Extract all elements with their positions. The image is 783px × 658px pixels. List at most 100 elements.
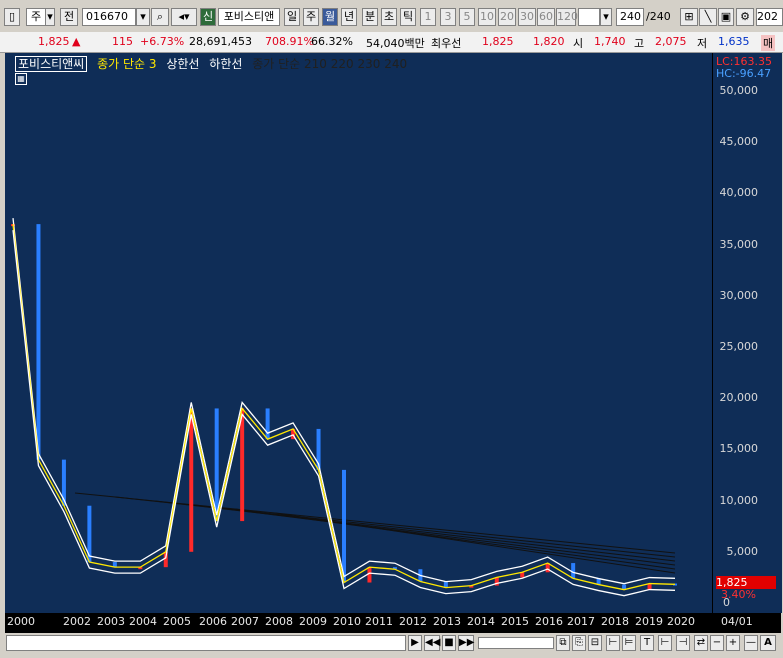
zoom-out-icon[interactable]: − [710,635,724,651]
y-tick-label: 45,000 [719,135,759,149]
legend-ma-long: 종가 단순 210 220 230 240 [252,57,408,71]
zoom-in-icon[interactable]: + [726,635,740,651]
rewind-icon[interactable]: ◀◀ [424,635,440,651]
chart-type-icon[interactable]: ▯ [4,8,20,26]
grid-icon[interactable]: ▦ [15,73,27,85]
layout-icon[interactable]: ⧉ [556,635,570,651]
period-month[interactable]: 월 [322,8,338,26]
period-minute[interactable]: 분 [362,8,378,26]
speaker-icon[interactable]: ◂▾ [171,8,197,26]
scroll-right-icon[interactable]: ▶ [408,635,422,651]
line-tool-icon[interactable]: ╲ [699,8,717,26]
x-tick-label: 2010 [333,615,361,628]
measure-icon[interactable]: ⊨ [622,635,636,651]
market-select[interactable]: 주 [26,8,46,26]
x-tick-label: 2006 [199,615,227,628]
save-icon[interactable]: ▣ [718,8,734,26]
x-tick-label: 2019 [635,615,663,628]
hc-indicator: HC:-96.47 [716,67,772,80]
y-tick-label: 5,000 [726,544,759,558]
date-input[interactable]: 202 [756,8,783,26]
interval-1[interactable]: 1 [420,8,436,26]
bid-price: 1,820 [533,35,565,48]
count-input[interactable]: 240 [616,8,644,26]
toolbar: ▯ 주 ▾ 전 016670 ▾ ⌕ ◂▾ 신 포비스티앤 일 주 월 년 분 … [0,0,783,33]
ma-long-line [194,504,676,566]
x-tick-label: 2017 [567,615,595,628]
candle [36,224,41,460]
open-price: 1,740 [594,35,626,48]
settings-icon[interactable]: ⚙ [736,8,754,26]
volume-ratio: 708.91% [265,35,314,48]
x-tick-label: 2013 [433,615,461,628]
period-week[interactable]: 주 [303,8,319,26]
stop-icon[interactable]: ■ [442,635,456,651]
type-button[interactable]: 전 [60,8,78,26]
y-tick-label: 35,000 [719,237,759,251]
x-tick-label: 2004 [129,615,157,628]
zoom-slider[interactable] [478,637,554,649]
price-plot[interactable]: 포비스티앤씨 종가 단순 3 상한선 하한선 종가 단순 210 220 230… [5,53,712,613]
interval-30[interactable]: 30 [518,8,536,26]
high-label: 고 [634,37,645,50]
text-icon[interactable]: T [640,635,654,651]
fit-icon[interactable]: ⊣ [676,635,690,651]
x-tick-label: 2007 [231,615,259,628]
period-second[interactable]: 초 [381,8,397,26]
x-tick-label: 2011 [365,615,393,628]
ask-price: 1,825 [482,35,514,48]
interval-10[interactable]: 10 [478,8,496,26]
interval-120[interactable]: 120 [556,8,578,26]
interval-60[interactable]: 60 [537,8,555,26]
current-price: 1,825 [38,35,70,48]
y-tick-label: 15,000 [719,442,759,456]
interval-20[interactable]: 20 [498,8,516,26]
code-dropdown-icon[interactable]: ▾ [136,8,150,26]
sell-button[interactable]: 매 [761,35,776,51]
interval-dropdown-icon[interactable]: ▾ [600,8,612,26]
new-badge: 신 [200,8,216,26]
x-tick-label: 2015 [501,615,529,628]
code-input[interactable]: 016670 [82,8,136,26]
interval-5[interactable]: 5 [459,8,475,26]
interval-3[interactable]: 3 [440,8,456,26]
candle [189,408,194,552]
copy-icon[interactable]: ⎘ [572,635,586,651]
horizontal-scroll-track[interactable] [6,635,406,651]
minimize-icon[interactable]: — [744,635,758,651]
split-icon[interactable]: ⊟ [588,635,602,651]
trade-amount: 54,040백만 [366,37,425,50]
swap-icon[interactable]: ⇄ [694,635,708,651]
y-tick-label: 20,000 [719,391,759,405]
fast-forward-icon[interactable]: ▶▶ [458,635,474,651]
indicator-icon[interactable]: ⊞ [680,8,698,26]
chart-area: 포비스티앤씨 종가 단순 3 상한선 하한선 종가 단순 210 220 230… [5,53,782,633]
priority-label: 최우선 [431,37,462,50]
y-tick-label: 10,000 [719,493,759,507]
range-icon[interactable]: ⊢ [658,635,672,651]
stock-name: 포비스티앤 [218,8,280,26]
y-tick-label: 30,000 [719,288,759,302]
low-price: 1,635 [718,35,750,48]
interval-input[interactable] [578,8,600,26]
cursor-icon[interactable]: ⊢ [606,635,620,651]
legend-upper: 상한선 [166,57,200,71]
up-arrow-icon: ▲ [72,35,81,48]
auto-scale-button[interactable]: A [760,635,776,651]
y-tick-label: 25,000 [719,340,759,353]
period-year[interactable]: 년 [341,8,357,26]
y-axis: LC:163.35 HC:-96.47 50,000 45,000 40,000 35… [712,53,782,613]
volume: 28,691,453 [189,35,252,48]
candle [571,563,576,579]
market-dropdown-icon[interactable]: ▾ [45,8,55,26]
count-total: /240 [646,10,671,23]
search-icon[interactable]: ⌕ [151,8,169,26]
x-tick-label: 2008 [265,615,293,628]
high-price: 2,075 [655,35,687,48]
period-tick[interactable]: 틱 [400,8,416,26]
bottom-scroll-bar: ▶ ◀◀ ■ ▶▶ ⧉ ⎘ ⊟ ⊢ ⊨ T ⊢ ⊣ ⇄ − + — A [0,633,783,658]
period-day[interactable]: 일 [284,8,300,26]
legend-stock-name: 포비스티앤씨 [15,56,88,72]
y-tick-label: 40,000 [719,186,759,200]
low-label: 저 [697,37,708,50]
